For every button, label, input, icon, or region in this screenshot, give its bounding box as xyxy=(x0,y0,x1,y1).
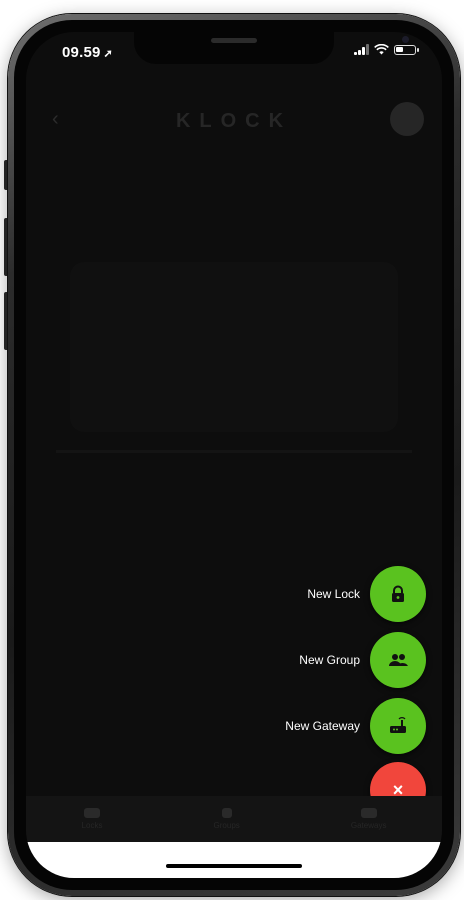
status-time-value: 09.59 xyxy=(62,44,101,61)
new-group-label[interactable]: New Group xyxy=(299,653,360,667)
phone-frame: 09.59 ➚ ‹ KLOCK New Lock New Group New G… xyxy=(8,14,460,896)
home-indicator-area xyxy=(26,842,442,878)
tab-gateways[interactable]: Gateways xyxy=(350,808,387,830)
gateway-icon xyxy=(390,717,406,733)
new-lock-label[interactable]: New Lock xyxy=(307,587,360,601)
cellular-signal-icon xyxy=(354,44,369,55)
dimmed-content-card xyxy=(70,262,398,432)
battery-icon xyxy=(394,44,419,55)
tab-groups-label: Groups xyxy=(213,821,240,830)
location-arrow-icon: ➚ xyxy=(103,48,113,60)
fab-row-new-lock[interactable]: New Lock xyxy=(307,566,426,622)
gateways-tab-icon xyxy=(360,808,377,818)
tab-locks[interactable]: Locks xyxy=(81,808,103,830)
app-header: ‹ KLOCK xyxy=(26,96,442,146)
group-icon xyxy=(389,654,408,666)
fab-row-new-gateway[interactable]: New Gateway xyxy=(285,698,426,754)
tab-bar: Locks Groups Gateways xyxy=(26,796,442,842)
brand-logo: KLOCK xyxy=(175,110,293,132)
speaker-grille xyxy=(211,38,257,43)
status-icons xyxy=(354,44,419,55)
tab-gateways-label: Gateways xyxy=(350,821,387,830)
tab-groups[interactable]: Groups xyxy=(214,808,240,830)
locks-tab-icon xyxy=(84,808,100,818)
tab-locks-label: Locks xyxy=(81,821,103,830)
status-time: 09.59 ➚ xyxy=(62,44,113,61)
groups-tab-icon xyxy=(221,808,232,818)
phone-screen: 09.59 ➚ ‹ KLOCK New Lock New Group New G… xyxy=(26,32,442,878)
stage: 09.59 ➚ ‹ KLOCK New Lock New Group New G… xyxy=(0,0,464,900)
avatar[interactable] xyxy=(390,102,424,136)
new-lock-button[interactable] xyxy=(370,566,426,622)
notch xyxy=(134,32,409,64)
front-camera xyxy=(402,36,409,43)
dimmed-divider xyxy=(56,450,412,453)
lock-icon xyxy=(392,585,404,602)
new-gateway-label[interactable]: New Gateway xyxy=(285,719,360,733)
phone-bezel: 09.59 ➚ ‹ KLOCK New Lock New Group New G… xyxy=(14,20,454,890)
new-group-button[interactable] xyxy=(370,632,426,688)
new-gateway-button[interactable] xyxy=(370,698,426,754)
fab-row-new-group[interactable]: New Group xyxy=(299,632,426,688)
home-indicator[interactable] xyxy=(166,864,302,868)
wifi-icon xyxy=(374,44,389,55)
back-chevron-icon[interactable]: ‹ xyxy=(52,108,59,131)
